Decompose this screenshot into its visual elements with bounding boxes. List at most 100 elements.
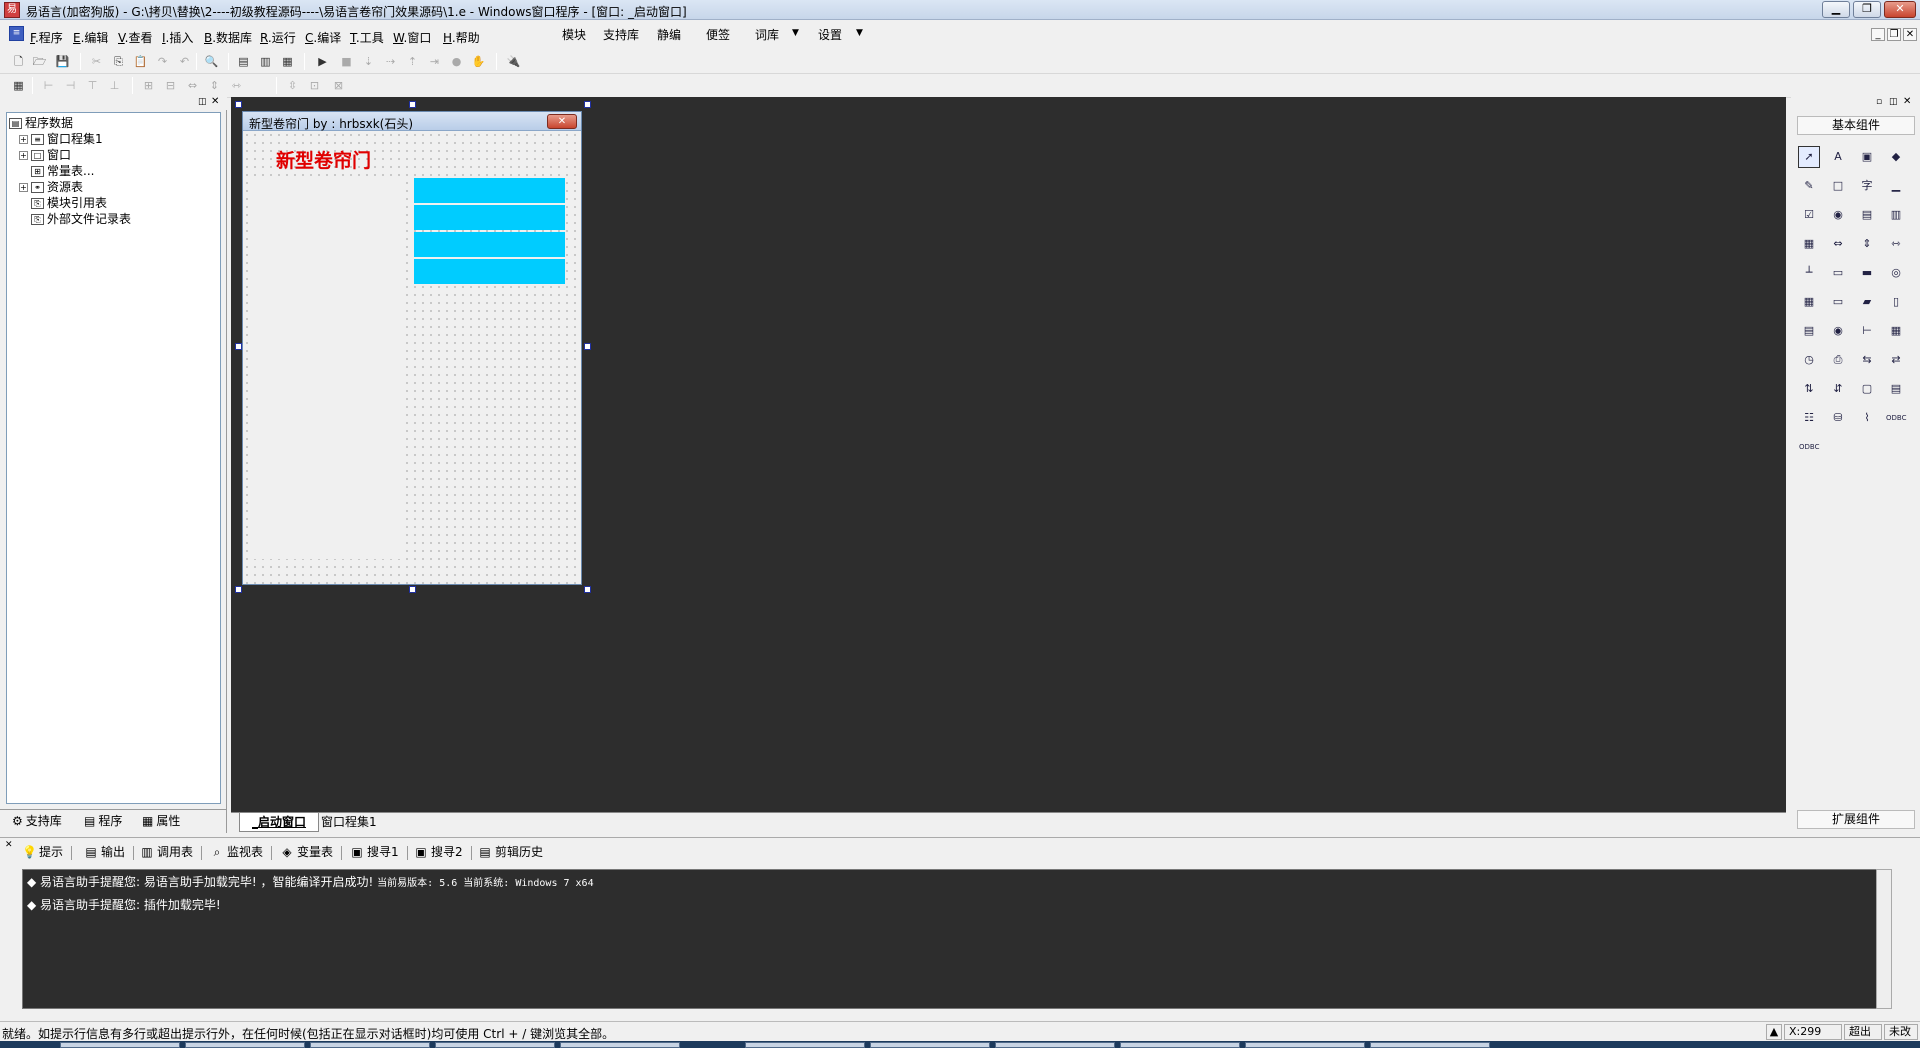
undo-icon[interactable]: ↶: [176, 53, 193, 70]
panel-icon[interactable]: ▦: [1885, 320, 1907, 342]
text-icon[interactable]: 字: [1856, 175, 1878, 197]
resize-handle[interactable]: [235, 343, 242, 350]
resize-handle[interactable]: [235, 101, 242, 108]
mdi-minimize-button[interactable]: _: [1871, 28, 1885, 41]
left-tab-1[interactable]: ▤ 程序: [80, 812, 126, 832]
doc-tab[interactable]: _启动窗口: [239, 813, 320, 832]
output-tab[interactable]: ▣ 搜寻2: [414, 842, 472, 862]
menu-right-item[interactable]: 支持库: [603, 26, 639, 43]
calendar-icon[interactable]: ▦: [1798, 291, 1820, 313]
close-button[interactable]: ✕: [1884, 1, 1916, 18]
shape-icon[interactable]: ◆: [1885, 146, 1907, 168]
picture-icon[interactable]: ▣: [1856, 146, 1878, 168]
menu-right-item[interactable]: 设置: [818, 26, 842, 43]
panel-float-icon[interactable]: ◫: [1889, 97, 1898, 107]
hand-icon[interactable]: ✋: [470, 53, 487, 70]
panel-close-icon[interactable]: ✕: [5, 840, 13, 850]
output-tab[interactable]: ▥ 调用表: [140, 842, 203, 862]
cd-icon[interactable]: ◉: [1827, 320, 1849, 342]
chart-icon[interactable]: ⌇: [1856, 407, 1878, 429]
shutter-bar[interactable]: [414, 178, 565, 203]
run-to-cursor-icon[interactable]: ⇥: [426, 53, 443, 70]
taskbar-item[interactable]: [1370, 1042, 1490, 1048]
taskbar-item[interactable]: [185, 1042, 305, 1048]
listbox-icon[interactable]: ▤: [1856, 204, 1878, 226]
tree-expand-icon[interactable]: +: [19, 183, 28, 192]
tree-node[interactable]: + ⚭ 资源表: [9, 179, 218, 195]
taskbar-item[interactable]: [1120, 1042, 1240, 1048]
taskbar-item[interactable]: [870, 1042, 990, 1048]
output-tab[interactable]: 💡 提示: [22, 842, 73, 862]
arrow-up-icon[interactable]: ▲: [1766, 1024, 1782, 1040]
tree-node[interactable]: ⎘ 外部文件记录表: [9, 211, 218, 227]
new-file-icon[interactable]: 🗋: [10, 53, 27, 70]
odbc2-icon[interactable]: ODBC: [1798, 436, 1820, 458]
camera-icon[interactable]: ◎: [1885, 262, 1907, 284]
menu-item[interactable]: T.工具: [350, 29, 384, 46]
menu-right-item[interactable]: 静编: [657, 26, 681, 43]
open-folder-icon[interactable]: 🗁: [31, 53, 48, 70]
menu-item[interactable]: F.程序: [30, 29, 63, 46]
button-icon[interactable]: ▭: [1827, 291, 1849, 313]
slider-icon[interactable]: ⊢: [1856, 320, 1878, 342]
left-content-box[interactable]: [254, 177, 406, 559]
file-icon[interactable]: ▯: [1885, 291, 1907, 313]
menu-item[interactable]: B.数据库: [204, 29, 252, 46]
vscroll-icon[interactable]: ⇕: [1856, 233, 1878, 255]
radio-icon[interactable]: ◉: [1827, 204, 1849, 226]
layout2-icon[interactable]: ▥: [257, 53, 274, 70]
tree-node[interactable]: ⎘ 模块引用表: [9, 195, 218, 211]
center-v-icon[interactable]: ⊟: [162, 77, 179, 94]
align-left-icon[interactable]: ⊢: [40, 77, 57, 94]
menu-item[interactable]: I.插入: [162, 29, 193, 46]
panel-pin-icon[interactable]: ▫: [1876, 97, 1882, 107]
shutter-bar[interactable]: [414, 232, 565, 257]
tree-node[interactable]: ▤ 程序数据: [9, 115, 218, 131]
pointer-icon[interactable]: ➚: [1798, 146, 1820, 168]
align-top-icon[interactable]: ⊤: [84, 77, 101, 94]
basic-components-header[interactable]: 基本组件: [1797, 116, 1915, 135]
tree-node[interactable]: + □ 窗口: [9, 147, 218, 163]
editbox-icon[interactable]: □: [1827, 175, 1849, 197]
db-icon[interactable]: ⛁: [1827, 407, 1849, 429]
printer-icon[interactable]: ⎙: [1827, 349, 1849, 371]
timer-icon[interactable]: ◷: [1798, 349, 1820, 371]
lock-icon[interactable]: ⊠: [330, 77, 347, 94]
panel-float-icon[interactable]: ◫: [198, 97, 207, 107]
edit-icon[interactable]: ✎: [1798, 175, 1820, 197]
run-icon[interactable]: ▶: [314, 53, 331, 70]
frame-icon[interactable]: ▭: [1827, 262, 1849, 284]
step-over-icon[interactable]: ⇢: [382, 53, 399, 70]
same-height-icon[interactable]: ⇕: [206, 77, 223, 94]
taskbar-item[interactable]: [560, 1042, 680, 1048]
folder-icon[interactable]: ▰: [1856, 291, 1878, 313]
dropdown-arrow-icon[interactable]: ▼: [856, 28, 863, 38]
redo-icon[interactable]: ↷: [154, 53, 171, 70]
resize-handle[interactable]: [584, 101, 591, 108]
menu-right-item[interactable]: 模块: [562, 26, 586, 43]
tree-node[interactable]: + ≡ 窗口程集1: [9, 131, 218, 147]
progress-icon[interactable]: ▬: [1856, 262, 1878, 284]
output-scrollbar[interactable]: [1876, 869, 1892, 1009]
restore-button[interactable]: ❐: [1853, 1, 1881, 18]
plugin-icon[interactable]: 🔌: [505, 53, 522, 70]
extended-components-header[interactable]: 扩展组件: [1797, 810, 1915, 829]
taskbar-item[interactable]: [745, 1042, 865, 1048]
mdi-restore-button[interactable]: ❐: [1887, 28, 1901, 41]
tree-node[interactable]: ⊞ 常量表...: [9, 163, 218, 179]
menu-right-item[interactable]: 便签: [706, 26, 730, 43]
fit-icon[interactable]: ⊡: [306, 77, 323, 94]
same-width-icon[interactable]: ⇔: [184, 77, 201, 94]
resize-handle[interactable]: [409, 586, 416, 593]
step-into-icon[interactable]: ⇣: [360, 53, 377, 70]
doc-tab[interactable]: 窗口程集1: [309, 813, 389, 832]
paste-icon[interactable]: 📋: [132, 53, 149, 70]
grid-icon[interactable]: ▦: [1798, 233, 1820, 255]
dropdown-arrow-icon[interactable]: ▼: [792, 28, 799, 38]
db-list-icon[interactable]: ☷: [1798, 407, 1820, 429]
tree-expand-icon[interactable]: +: [19, 151, 28, 160]
form-heading-label[interactable]: 新型卷帘门: [276, 146, 371, 173]
line-icon[interactable]: ▁: [1885, 175, 1907, 197]
minimize-button[interactable]: ▁: [1822, 1, 1850, 18]
resize-handle[interactable]: [584, 343, 591, 350]
